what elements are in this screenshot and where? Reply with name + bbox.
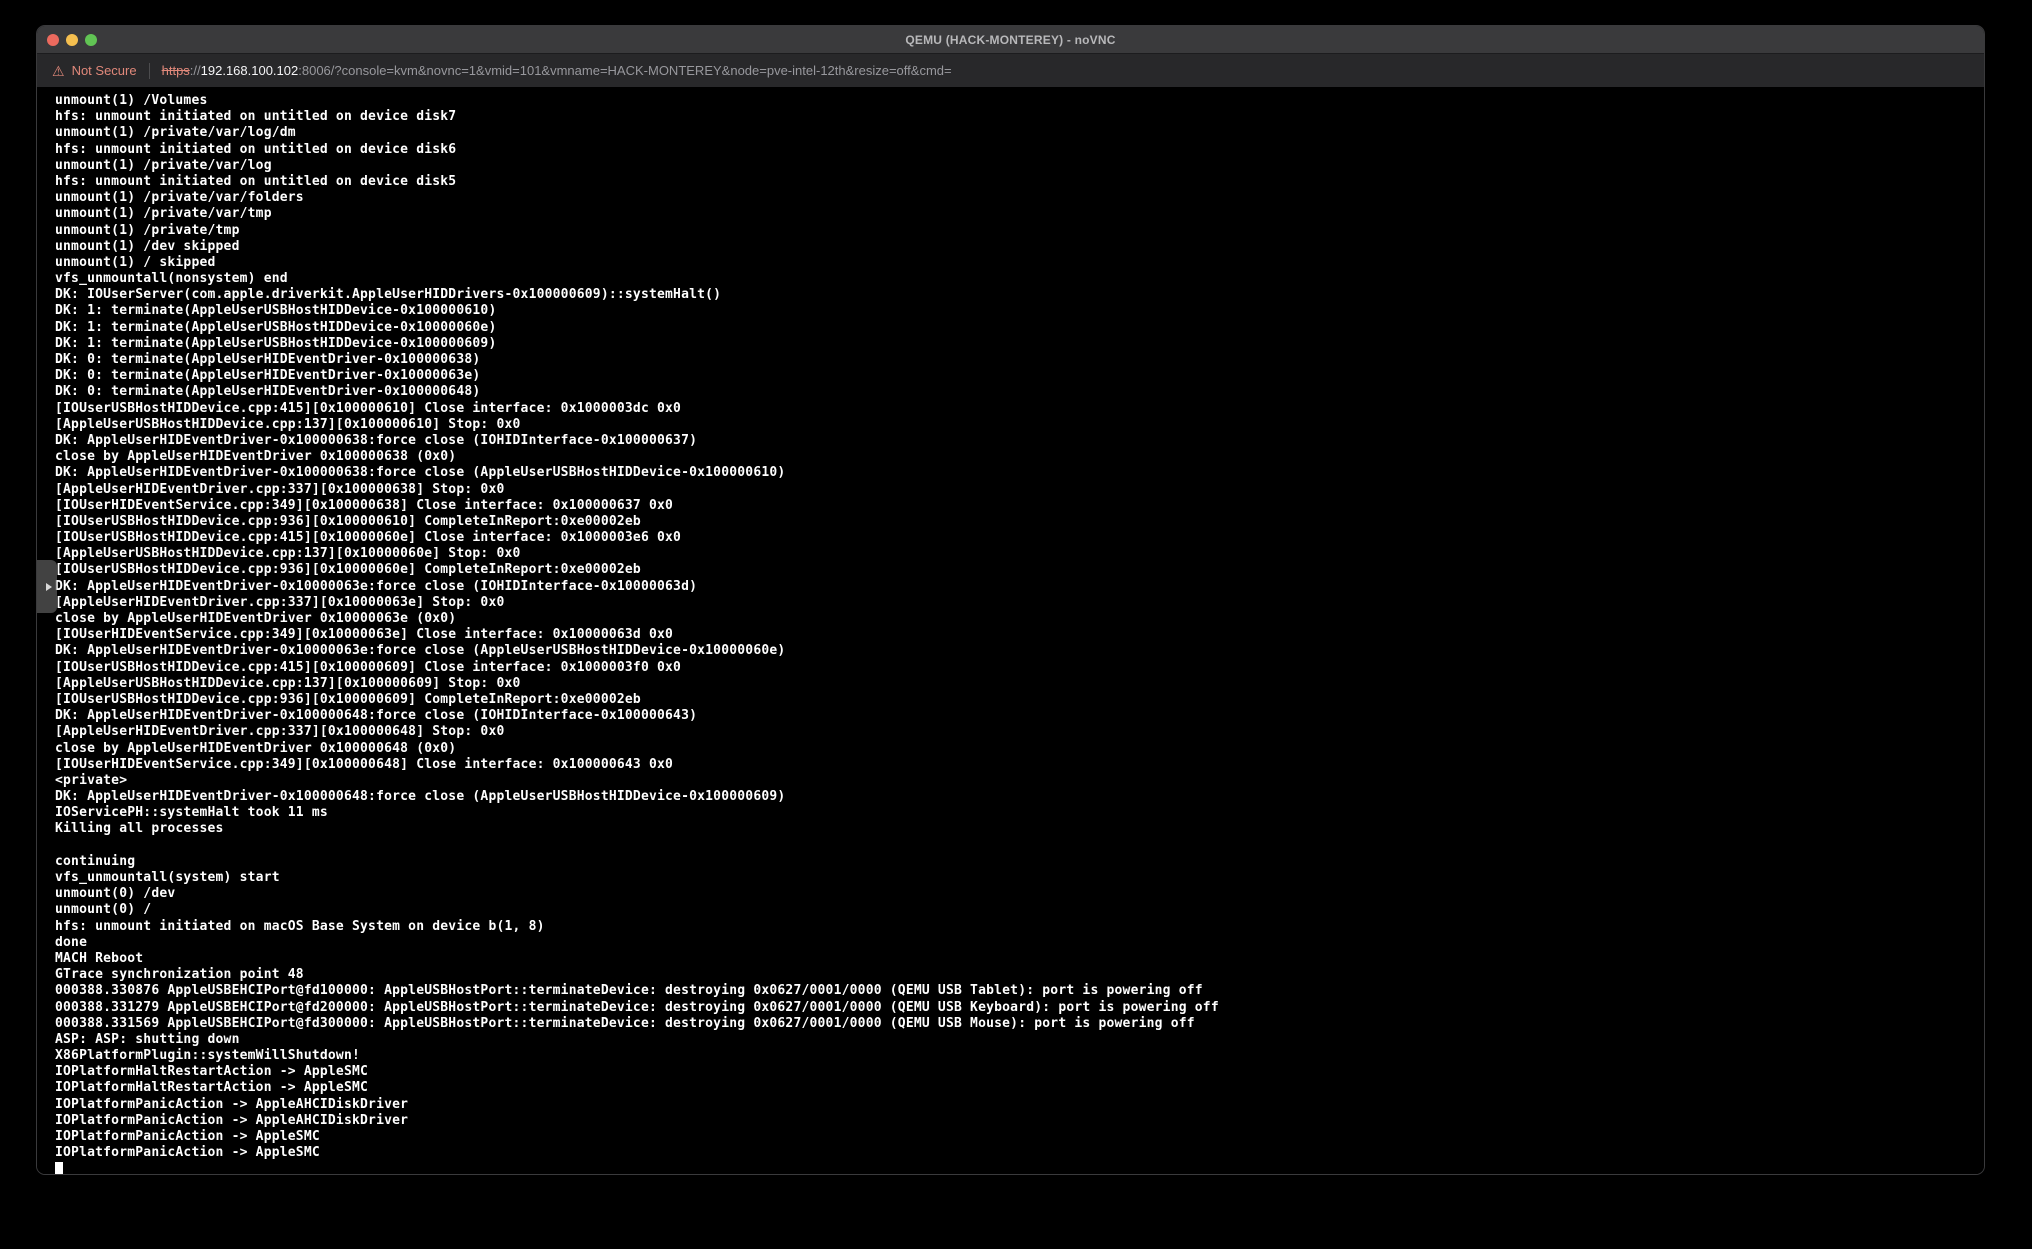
traffic-lights (47, 26, 97, 53)
terminal-line: vfs_unmountall(nonsystem) end (55, 271, 1984, 287)
terminal-line: DK: 0: terminate(AppleUserHIDEventDriver… (55, 368, 1984, 384)
terminal-line: IOPlatformPanicAction -> AppleAHCIDiskDr… (55, 1113, 1984, 1129)
terminal-line: [AppleUserUSBHostHIDDevice.cpp:137][0x10… (55, 676, 1984, 692)
terminal-line: [IOUserHIDEventService.cpp:349][0x100000… (55, 757, 1984, 773)
terminal-line: [IOUserUSBHostHIDDevice.cpp:415][0x10000… (55, 530, 1984, 546)
terminal-line: hfs: unmount initiated on untitled on de… (55, 109, 1984, 125)
novnc-window: QEMU (HACK-MONTEREY) - noVNC ⚠ Not Secur… (36, 25, 1985, 1175)
terminal-line (55, 838, 1984, 854)
terminal-line: IOPlatformPanicAction -> AppleSMC (55, 1145, 1984, 1161)
terminal-line: DK: AppleUserHIDEventDriver-0x10000063e:… (55, 579, 1984, 595)
zoom-button[interactable] (85, 34, 97, 46)
terminal-line: unmount(1) / skipped (55, 255, 1984, 271)
urlbar-divider (149, 63, 150, 79)
terminal-output: unmount(1) /Volumeshfs: unmount initiate… (55, 93, 1984, 1161)
close-button[interactable] (47, 34, 59, 46)
browser-urlbar[interactable]: ⚠ Not Secure https://192.168.100.102:800… (37, 54, 1984, 88)
terminal-line: done (55, 935, 1984, 951)
terminal-line: 000388.331569 AppleUSBEHCIPort@fd300000:… (55, 1016, 1984, 1032)
url-scheme-separator: :// (190, 63, 201, 78)
terminal-line: GTrace synchronization point 48 (55, 967, 1984, 983)
terminal-line: DK: AppleUserHIDEventDriver-0x100000648:… (55, 708, 1984, 724)
url-host: 192.168.100.102 (201, 63, 299, 78)
terminal-line: [AppleUserUSBHostHIDDevice.cpp:137][0x10… (55, 546, 1984, 562)
terminal-line: [IOUserUSBHostHIDDevice.cpp:936][0x10000… (55, 514, 1984, 530)
not-secure-label[interactable]: Not Secure (72, 63, 137, 78)
terminal-line: Killing all processes (55, 821, 1984, 837)
terminal-line: DK: 1: terminate(AppleUserUSBHostHIDDevi… (55, 303, 1984, 319)
window-titlebar[interactable]: QEMU (HACK-MONTEREY) - noVNC (37, 26, 1984, 54)
terminal-line: unmount(1) /Volumes (55, 93, 1984, 109)
terminal-line: hfs: unmount initiated on untitled on de… (55, 142, 1984, 158)
terminal-line: [IOUserUSBHostHIDDevice.cpp:936][0x10000… (55, 692, 1984, 708)
terminal-line: hfs: unmount initiated on macOS Base Sys… (55, 919, 1984, 935)
terminal-line: [IOUserHIDEventService.cpp:349][0x100000… (55, 498, 1984, 514)
terminal-line: hfs: unmount initiated on untitled on de… (55, 174, 1984, 190)
window-title: QEMU (HACK-MONTEREY) - noVNC (37, 33, 1984, 47)
terminal-line: [IOUserUSBHostHIDDevice.cpp:415][0x10000… (55, 660, 1984, 676)
terminal-line: close by AppleUserHIDEventDriver 0x10000… (55, 449, 1984, 465)
terminal-line: unmount(1) /dev skipped (55, 239, 1984, 255)
vnc-terminal-screen[interactable]: unmount(1) /Volumeshfs: unmount initiate… (37, 88, 1984, 1174)
terminal-line: close by AppleUserHIDEventDriver 0x10000… (55, 741, 1984, 757)
terminal-line: DK: AppleUserHIDEventDriver-0x10000063e:… (55, 643, 1984, 659)
terminal-line: IOPlatformHaltRestartAction -> AppleSMC (55, 1080, 1984, 1096)
terminal-line: unmount(1) /private/var/log (55, 158, 1984, 174)
terminal-line: [AppleUserUSBHostHIDDevice.cpp:137][0x10… (55, 417, 1984, 433)
terminal-line: DK: IOUserServer(com.apple.driverkit.App… (55, 287, 1984, 303)
terminal-line: unmount(1) /private/tmp (55, 223, 1984, 239)
expand-arrow-icon (46, 583, 52, 591)
terminal-cursor-line (55, 1161, 1984, 1174)
minimize-button[interactable] (66, 34, 78, 46)
warning-triangle-icon: ⚠ (52, 64, 65, 78)
url-text[interactable]: https://192.168.100.102:8006/?console=kv… (162, 63, 952, 78)
terminal-line: [IOUserHIDEventService.cpp:349][0x100000… (55, 627, 1984, 643)
terminal-line: [AppleUserHIDEventDriver.cpp:337][0x1000… (55, 482, 1984, 498)
terminal-line: unmount(1) /private/var/log/dm (55, 125, 1984, 141)
terminal-line: DK: AppleUserHIDEventDriver-0x100000638:… (55, 433, 1984, 449)
terminal-line: unmount(0) /dev (55, 886, 1984, 902)
terminal-line: continuing (55, 854, 1984, 870)
terminal-line: IOPlatformPanicAction -> AppleAHCIDiskDr… (55, 1097, 1984, 1113)
terminal-line: [IOUserUSBHostHIDDevice.cpp:936][0x10000… (55, 562, 1984, 578)
terminal-line: DK: 0: terminate(AppleUserHIDEventDriver… (55, 352, 1984, 368)
url-scheme: https (162, 63, 190, 78)
terminal-cursor (55, 1162, 63, 1174)
novnc-control-bar-handle[interactable] (37, 560, 57, 613)
terminal-line: X86PlatformPlugin::systemWillShutdown! (55, 1048, 1984, 1064)
terminal-line: DK: 1: terminate(AppleUserUSBHostHIDDevi… (55, 336, 1984, 352)
terminal-line: ASP: ASP: shutting down (55, 1032, 1984, 1048)
terminal-line: 000388.330876 AppleUSBEHCIPort@fd100000:… (55, 983, 1984, 999)
terminal-line: close by AppleUserHIDEventDriver 0x10000… (55, 611, 1984, 627)
terminal-line: [AppleUserHIDEventDriver.cpp:337][0x1000… (55, 595, 1984, 611)
terminal-line: DK: 1: terminate(AppleUserUSBHostHIDDevi… (55, 320, 1984, 336)
terminal-line: 000388.331279 AppleUSBEHCIPort@fd200000:… (55, 1000, 1984, 1016)
terminal-line: IOServicePH::systemHalt took 11 ms (55, 805, 1984, 821)
terminal-line: unmount(1) /private/var/tmp (55, 206, 1984, 222)
terminal-line: vfs_unmountall(system) start (55, 870, 1984, 886)
terminal-line: IOPlatformHaltRestartAction -> AppleSMC (55, 1064, 1984, 1080)
url-path-query: :8006/?console=kvm&novnc=1&vmid=101&vmna… (298, 63, 951, 78)
terminal-line: <private> (55, 773, 1984, 789)
terminal-line: MACH Reboot (55, 951, 1984, 967)
terminal-line: unmount(1) /private/var/folders (55, 190, 1984, 206)
desktop-background: QEMU (HACK-MONTEREY) - noVNC ⚠ Not Secur… (0, 0, 2032, 1249)
terminal-line: [AppleUserHIDEventDriver.cpp:337][0x1000… (55, 724, 1984, 740)
terminal-line: DK: AppleUserHIDEventDriver-0x100000648:… (55, 789, 1984, 805)
terminal-line: unmount(0) / (55, 902, 1984, 918)
terminal-line: [IOUserUSBHostHIDDevice.cpp:415][0x10000… (55, 401, 1984, 417)
terminal-line: IOPlatformPanicAction -> AppleSMC (55, 1129, 1984, 1145)
terminal-line: DK: 0: terminate(AppleUserHIDEventDriver… (55, 384, 1984, 400)
terminal-line: DK: AppleUserHIDEventDriver-0x100000638:… (55, 465, 1984, 481)
